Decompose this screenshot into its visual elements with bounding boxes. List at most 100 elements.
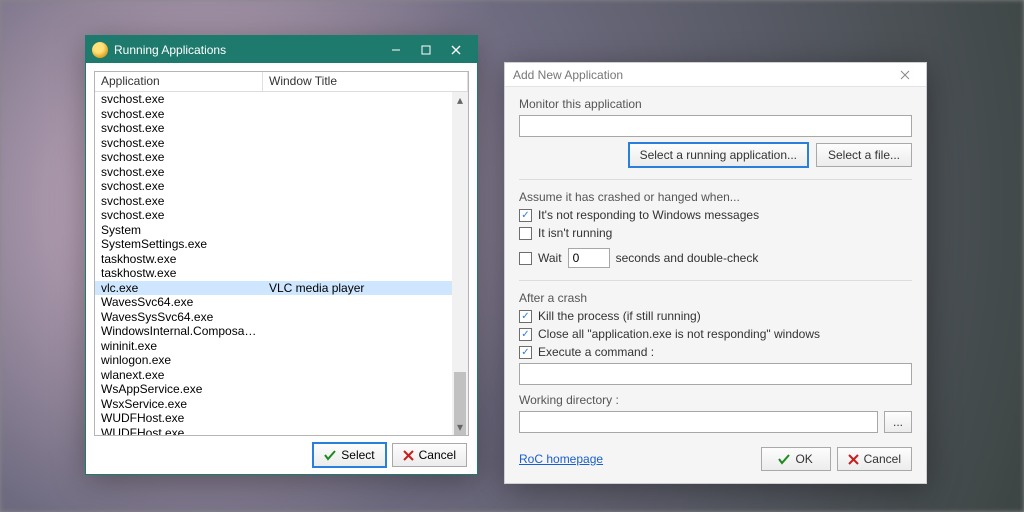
select-running-app-button[interactable]: Select a running application... bbox=[629, 143, 808, 167]
checkbox-icon bbox=[519, 227, 532, 240]
cell-application: vlc.exe bbox=[95, 281, 263, 295]
list-item[interactable]: SystemSettings.exe bbox=[95, 237, 452, 252]
checkbox-label: Close all "application.exe is not respon… bbox=[538, 327, 820, 341]
wait-label-pre: Wait bbox=[538, 251, 562, 265]
listview-scrollbar[interactable]: ▴ ▾ bbox=[452, 92, 468, 435]
checkbox-icon bbox=[519, 310, 532, 323]
list-item[interactable]: WsxService.exe bbox=[95, 397, 452, 412]
checkbox-not-responding[interactable]: It's not responding to Windows messages bbox=[519, 208, 912, 222]
list-item[interactable]: WavesSvc64.exe bbox=[95, 295, 452, 310]
cell-window-title: VLC media player bbox=[263, 281, 452, 295]
checkbox-execute-command[interactable]: Execute a command : bbox=[519, 345, 912, 359]
checkbox-label: Execute a command : bbox=[538, 345, 654, 359]
cell-application: taskhostw.exe bbox=[95, 266, 263, 280]
separator bbox=[519, 179, 912, 180]
cell-application: System bbox=[95, 223, 263, 237]
cell-application: svchost.exe bbox=[95, 179, 263, 193]
cell-application: WavesSysSvc64.exe bbox=[95, 310, 263, 324]
list-item[interactable]: WavesSysSvc64.exe bbox=[95, 310, 452, 325]
list-item[interactable]: System bbox=[95, 223, 452, 238]
working-directory-input[interactable] bbox=[519, 411, 878, 433]
wait-label-post: seconds and double-check bbox=[616, 251, 759, 265]
close-button[interactable] bbox=[900, 70, 918, 80]
cell-application: WUDFHost.exe bbox=[95, 411, 263, 425]
running-apps-titlebar[interactable]: Running Applications bbox=[86, 36, 477, 63]
minimize-icon bbox=[391, 45, 401, 55]
list-item[interactable]: svchost.exe bbox=[95, 121, 452, 136]
checkbox-close-not-responding[interactable]: Close all "application.exe is not respon… bbox=[519, 327, 912, 341]
list-item[interactable]: winlogon.exe bbox=[95, 353, 452, 368]
list-item[interactable]: svchost.exe bbox=[95, 92, 452, 107]
cell-application: WsAppService.exe bbox=[95, 382, 263, 396]
cell-application: svchost.exe bbox=[95, 121, 263, 135]
cell-application: svchost.exe bbox=[95, 107, 263, 121]
cell-application: svchost.exe bbox=[95, 194, 263, 208]
column-application[interactable]: Application bbox=[95, 72, 263, 91]
close-button[interactable] bbox=[441, 39, 471, 61]
checkbox-icon bbox=[519, 328, 532, 341]
close-icon bbox=[451, 45, 461, 55]
apps-listview[interactable]: Application Window Title svchost.exesvch… bbox=[94, 71, 469, 436]
cell-application: WsxService.exe bbox=[95, 397, 263, 411]
list-item[interactable]: WindowsInternal.ComposableShell.E... bbox=[95, 324, 452, 339]
select-file-label: Select a file... bbox=[828, 148, 900, 162]
list-item[interactable]: WsAppService.exe bbox=[95, 382, 452, 397]
checkbox-not-running[interactable]: It isn't running bbox=[519, 226, 912, 240]
list-item[interactable]: vlc.exeVLC media player bbox=[95, 281, 452, 296]
list-item[interactable]: svchost.exe bbox=[95, 194, 452, 209]
cell-application: wlanext.exe bbox=[95, 368, 263, 382]
maximize-icon bbox=[421, 45, 431, 55]
cell-application: svchost.exe bbox=[95, 165, 263, 179]
list-item[interactable]: svchost.exe bbox=[95, 136, 452, 151]
checkbox-label: It isn't running bbox=[538, 226, 612, 240]
cancel-button-label: Cancel bbox=[419, 448, 456, 462]
roc-homepage-link[interactable]: RoC homepage bbox=[519, 452, 603, 466]
checkbox-wait[interactable]: Wait bbox=[519, 251, 562, 265]
list-item[interactable]: wlanext.exe bbox=[95, 368, 452, 383]
add-app-title: Add New Application bbox=[513, 68, 900, 82]
list-item[interactable]: WUDFHost.exe bbox=[95, 426, 452, 437]
list-item[interactable]: taskhostw.exe bbox=[95, 266, 452, 281]
browse-label: ... bbox=[893, 415, 903, 429]
list-item[interactable]: svchost.exe bbox=[95, 150, 452, 165]
check-icon bbox=[778, 453, 790, 465]
list-item[interactable]: taskhostw.exe bbox=[95, 252, 452, 267]
wait-seconds-input[interactable] bbox=[568, 248, 610, 268]
command-input[interactable] bbox=[519, 363, 912, 385]
list-item[interactable]: WUDFHost.exe bbox=[95, 411, 452, 426]
maximize-button[interactable] bbox=[411, 39, 441, 61]
select-button[interactable]: Select bbox=[313, 443, 385, 467]
cell-application: svchost.exe bbox=[95, 136, 263, 150]
checkbox-icon bbox=[519, 346, 532, 359]
browse-workdir-button[interactable]: ... bbox=[884, 411, 912, 433]
app-icon bbox=[92, 42, 108, 58]
select-file-button[interactable]: Select a file... bbox=[816, 143, 912, 167]
list-item[interactable]: svchost.exe bbox=[95, 208, 452, 223]
checkbox-kill-process[interactable]: Kill the process (if still running) bbox=[519, 309, 912, 323]
checkbox-label: Kill the process (if still running) bbox=[538, 309, 701, 323]
list-item[interactable]: svchost.exe bbox=[95, 107, 452, 122]
list-item[interactable]: svchost.exe bbox=[95, 179, 452, 194]
x-icon bbox=[848, 454, 859, 465]
scroll-up-icon[interactable]: ▴ bbox=[452, 92, 468, 108]
after-crash-label: After a crash bbox=[519, 291, 912, 305]
cancel-button[interactable]: Cancel bbox=[837, 447, 912, 471]
checkbox-icon bbox=[519, 209, 532, 222]
checkbox-label: It's not responding to Windows messages bbox=[538, 208, 759, 222]
column-window-title[interactable]: Window Title bbox=[263, 72, 468, 91]
add-app-titlebar[interactable]: Add New Application bbox=[505, 63, 926, 87]
close-icon bbox=[900, 70, 910, 80]
scroll-down-icon[interactable]: ▾ bbox=[452, 419, 468, 435]
listview-header[interactable]: Application Window Title bbox=[95, 72, 468, 92]
cancel-button[interactable]: Cancel bbox=[392, 443, 467, 467]
checkbox-icon bbox=[519, 252, 532, 265]
monitor-label: Monitor this application bbox=[519, 97, 912, 111]
minimize-button[interactable] bbox=[381, 39, 411, 61]
ok-button[interactable]: OK bbox=[761, 447, 831, 471]
cell-application: svchost.exe bbox=[95, 92, 263, 106]
cell-application: WavesSvc64.exe bbox=[95, 295, 263, 309]
list-item[interactable]: wininit.exe bbox=[95, 339, 452, 354]
running-apps-title: Running Applications bbox=[114, 43, 381, 57]
list-item[interactable]: svchost.exe bbox=[95, 165, 452, 180]
monitor-path-input[interactable] bbox=[519, 115, 912, 137]
